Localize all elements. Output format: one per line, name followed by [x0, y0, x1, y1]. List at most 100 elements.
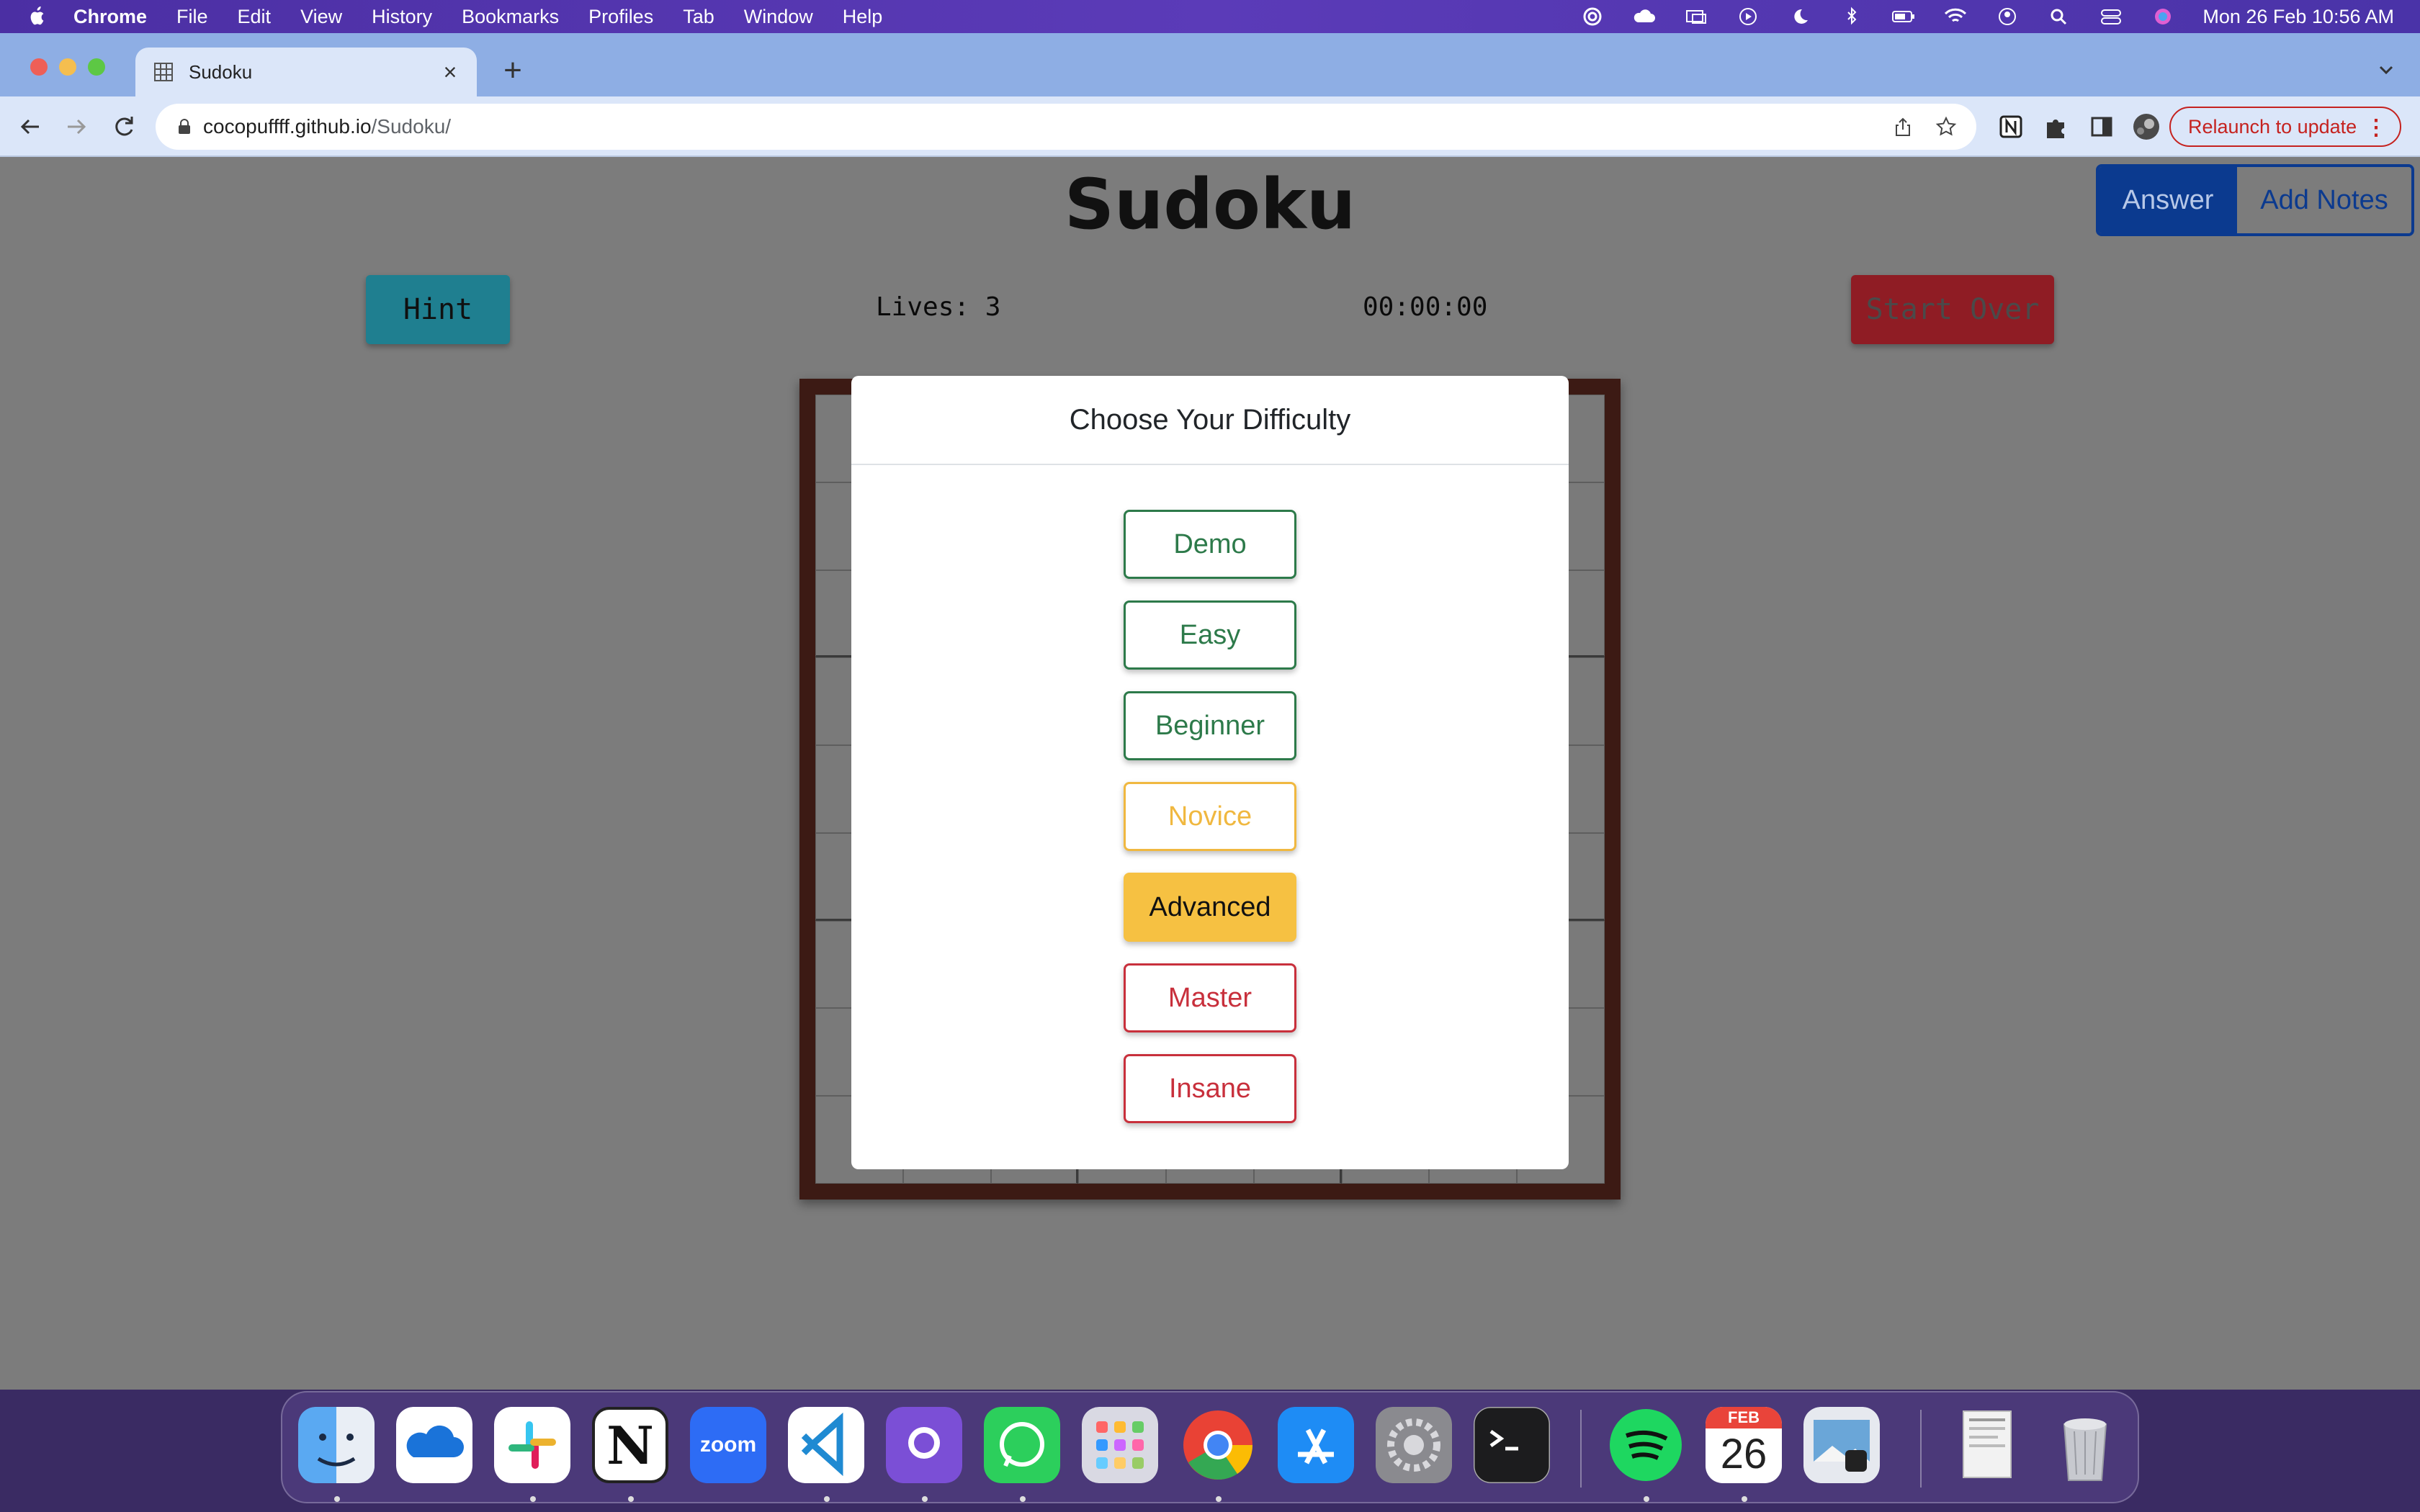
- running-indicator: [530, 1496, 536, 1502]
- launchpad-icon[interactable]: [1082, 1407, 1158, 1483]
- relaunch-label: Relaunch to update: [2188, 115, 2357, 138]
- difficulty-novice-button[interactable]: Novice: [1124, 782, 1296, 851]
- menu-view[interactable]: View: [300, 6, 342, 28]
- profile-avatar-icon[interactable]: [2132, 112, 2161, 141]
- url-text: cocopuffff.github.io/Sudoku/: [203, 115, 451, 138]
- difficulty-master-button[interactable]: Master: [1124, 963, 1296, 1032]
- battery-icon[interactable]: [1891, 6, 1916, 27]
- page-title: Sudoku: [1064, 164, 1356, 245]
- apple-icon[interactable]: [27, 6, 48, 27]
- creative-cloud-icon[interactable]: [1580, 6, 1605, 27]
- share-icon[interactable]: [1893, 117, 1913, 137]
- tab-close-icon[interactable]: ×: [439, 60, 461, 84]
- answer-mode-button[interactable]: Answer: [2099, 167, 2237, 233]
- terminal-icon[interactable]: [1474, 1407, 1550, 1483]
- browser-toolbar: cocopuffff.github.io/Sudoku/ Relaunch to…: [0, 96, 2420, 157]
- web-page: Sudoku Answer Add Notes Hint Lives: 3 00…: [0, 157, 2420, 1390]
- running-indicator: [1020, 1496, 1026, 1502]
- finder-icon[interactable]: [298, 1407, 375, 1483]
- window-close-button[interactable]: [30, 58, 48, 76]
- running-indicator: [824, 1496, 830, 1502]
- onedrive-icon[interactable]: [396, 1407, 472, 1483]
- input-mode-toggle: Answer Add Notes: [2096, 164, 2414, 236]
- app-store-icon[interactable]: [1278, 1407, 1354, 1483]
- wifi-icon[interactable]: [1943, 6, 1968, 27]
- system-settings-icon[interactable]: [1376, 1407, 1452, 1483]
- play-icon[interactable]: [1736, 6, 1760, 27]
- vscode-icon[interactable]: [788, 1407, 864, 1483]
- url-path: /Sudoku/: [371, 115, 452, 138]
- user-account-icon[interactable]: [1995, 6, 2020, 27]
- trash-icon[interactable]: [2047, 1407, 2123, 1483]
- url-host: cocopuffff.github.io: [203, 115, 372, 138]
- siri-icon[interactable]: [2151, 6, 2175, 27]
- back-arrow-icon[interactable]: [14, 111, 46, 143]
- new-tab-icon[interactable]: +: [498, 55, 527, 86]
- bookmark-star-icon[interactable]: [1935, 115, 1958, 138]
- side-panel-icon[interactable]: [2087, 112, 2116, 141]
- menu-app-name[interactable]: Chrome: [73, 6, 147, 28]
- menubar-clock[interactable]: Mon 26 Feb 10:56 AM: [2202, 6, 2394, 28]
- add-notes-button[interactable]: Add Notes: [2237, 167, 2411, 233]
- menu-bookmarks[interactable]: Bookmarks: [462, 6, 559, 28]
- control-center-icon[interactable]: [2099, 6, 2123, 27]
- bluetooth-icon[interactable]: [1839, 6, 1864, 27]
- menu-history[interactable]: History: [372, 6, 432, 28]
- chrome-icon[interactable]: [1180, 1407, 1256, 1483]
- more-vertical-icon[interactable]: ⋮: [2365, 115, 2387, 140]
- moon-icon[interactable]: [1788, 6, 1812, 27]
- calendar-month: FEB: [1706, 1407, 1782, 1428]
- difficulty-insane-button[interactable]: Insane: [1124, 1054, 1296, 1123]
- tab-sudoku[interactable]: Sudoku ×: [135, 48, 477, 96]
- dock: N zoom FEB 26: [281, 1391, 2139, 1503]
- spotify-icon[interactable]: [1608, 1407, 1684, 1483]
- menu-edit[interactable]: Edit: [238, 6, 272, 28]
- relaunch-to-update-button[interactable]: Relaunch to update ⋮: [2169, 107, 2401, 147]
- tab-title: Sudoku: [189, 60, 253, 83]
- menu-file[interactable]: File: [176, 6, 208, 28]
- difficulty-modal: Choose Your Difficulty Demo Easy Beginne…: [851, 376, 1569, 1169]
- dock-separator: [1920, 1410, 1922, 1488]
- calendar-day: 26: [1720, 1431, 1767, 1477]
- difficulty-beginner-button[interactable]: Beginner: [1124, 691, 1296, 760]
- screen-mirror-icon[interactable]: [1684, 6, 1708, 27]
- menu-help[interactable]: Help: [843, 6, 883, 28]
- difficulty-demo-button[interactable]: Demo: [1124, 510, 1296, 579]
- address-bar[interactable]: cocopuffff.github.io/Sudoku/: [156, 104, 1976, 150]
- menu-bar: Chrome File Edit View History Bookmarks …: [0, 0, 2420, 33]
- documents-stack-icon[interactable]: [1949, 1407, 2025, 1483]
- sudoku-favicon-icon: [154, 63, 173, 81]
- difficulty-easy-button[interactable]: Easy: [1124, 600, 1296, 670]
- running-indicator: [628, 1496, 634, 1502]
- reload-icon[interactable]: [108, 111, 140, 143]
- start-over-button[interactable]: Start Over: [1851, 275, 2054, 344]
- menu-window[interactable]: Window: [744, 6, 813, 28]
- window-minimize-button[interactable]: [59, 58, 76, 76]
- tab-search-chevron-icon[interactable]: [2375, 59, 2397, 81]
- difficulty-advanced-button[interactable]: Advanced: [1124, 873, 1296, 942]
- dock-separator: [1580, 1410, 1582, 1488]
- notion-extension-icon[interactable]: [1996, 112, 2025, 141]
- icloud-icon[interactable]: [1632, 6, 1657, 27]
- slack-icon[interactable]: [494, 1407, 570, 1483]
- preview-icon[interactable]: [1803, 1407, 1880, 1483]
- forward-arrow-icon[interactable]: [60, 111, 92, 143]
- running-indicator: [922, 1496, 928, 1502]
- notion-icon[interactable]: N: [592, 1407, 668, 1483]
- modal-title: Choose Your Difficulty: [1069, 403, 1351, 436]
- lock-icon[interactable]: [177, 118, 192, 135]
- menu-tab[interactable]: Tab: [683, 6, 714, 28]
- spotlight-search-icon[interactable]: [2047, 6, 2071, 27]
- running-indicator: [1742, 1496, 1747, 1502]
- calendar-icon[interactable]: FEB 26: [1706, 1407, 1782, 1483]
- extensions-puzzle-icon[interactable]: [2041, 112, 2070, 141]
- lives-counter: Lives: 3: [876, 292, 1001, 322]
- running-indicator: [1644, 1496, 1649, 1502]
- hint-button[interactable]: Hint: [366, 275, 510, 344]
- zoom-icon[interactable]: zoom: [690, 1407, 766, 1483]
- whatsapp-icon[interactable]: [984, 1407, 1060, 1483]
- window-zoom-button[interactable]: [88, 58, 105, 76]
- running-indicator: [1216, 1496, 1222, 1502]
- menu-profiles[interactable]: Profiles: [588, 6, 653, 28]
- github-desktop-icon[interactable]: [886, 1407, 962, 1483]
